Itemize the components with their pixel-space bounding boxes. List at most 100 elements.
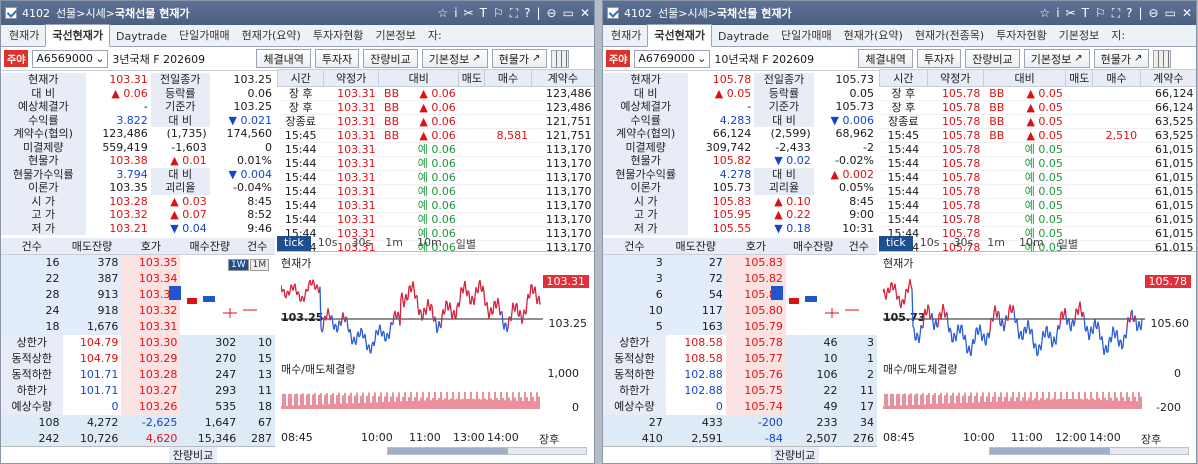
table-row[interactable]: 15:44105.78 예 0.05 61,015 bbox=[879, 170, 1196, 185]
scroll-thumb[interactable] bbox=[990, 448, 1110, 454]
checkbox[interactable] bbox=[607, 7, 619, 19]
toolbar-button[interactable]: 체결내역 bbox=[256, 49, 311, 68]
column-header[interactable]: 매도 bbox=[1065, 69, 1094, 87]
tab[interactable]: 국선현재가 bbox=[647, 24, 712, 47]
symbol-code-input[interactable]: A6569000 ⌄ bbox=[32, 49, 109, 68]
column-header[interactable]: 계약수 bbox=[530, 69, 594, 87]
table-row[interactable]: 15:44105.78 예 0.05 61,015 bbox=[879, 184, 1196, 199]
info-icon[interactable]: i bbox=[1056, 6, 1059, 21]
minimize-icon[interactable]: ⊖ bbox=[547, 6, 557, 21]
bid-row[interactable]: 상한가 104.79 103.30 302 10 bbox=[1, 334, 275, 351]
table-row[interactable]: 15:44105.78 예 0.05 61,015 bbox=[879, 198, 1196, 213]
interval-tab[interactable]: tick bbox=[879, 236, 913, 251]
tab[interactable]: 단일가매매 bbox=[173, 25, 236, 46]
remaining-compare-button[interactable]: 잔량비교 bbox=[770, 447, 820, 463]
expand-icon[interactable]: ⛶ bbox=[510, 6, 518, 21]
tab[interactable]: 기본정보 bbox=[369, 25, 421, 46]
tab[interactable]: 현재가(전종목) bbox=[909, 25, 990, 46]
table-row[interactable]: 장종료 105.78 BB ▲ 0.05 63,525 bbox=[879, 114, 1196, 129]
minimize-icon[interactable]: ⊖ bbox=[1149, 6, 1159, 21]
toolbar-button[interactable]: 잔량비교 bbox=[363, 49, 418, 68]
column-header[interactable]: 약정가 bbox=[323, 69, 380, 87]
interval-tab[interactable]: 10m bbox=[1012, 236, 1051, 251]
table-row[interactable]: 장종료 103.31 BB ▲ 0.06 121,751 bbox=[277, 114, 594, 129]
link-icon[interactable]: ✂ bbox=[1066, 6, 1076, 21]
bid-row[interactable]: 동적하한 101.71 103.28 247 13 bbox=[1, 366, 275, 383]
tab[interactable]: 국선현재가 bbox=[45, 24, 110, 47]
column-header[interactable]: 시간 bbox=[276, 69, 325, 87]
table-row[interactable]: 15:45 103.31 BB ▲ 0.06 8,581 121,751 bbox=[277, 128, 594, 143]
interval-tab[interactable]: 10m bbox=[410, 236, 449, 251]
table-row[interactable]: 15:44105.78 예 0.05 61,015 bbox=[879, 156, 1196, 171]
column-header[interactable]: 매수 bbox=[1092, 69, 1141, 87]
interval-tab[interactable]: tick bbox=[277, 236, 311, 251]
toolbar-button[interactable]: 기본정보 ↗ bbox=[1023, 49, 1090, 68]
bid-row[interactable]: 하한가 101.71 103.27 293 11 bbox=[1, 382, 275, 399]
intraday-chart[interactable]: 현재가 매수/매도체결량 103.31 103.25 103.25 1,000 0 08:45… bbox=[277, 253, 594, 463]
tab[interactable]: Daytrade bbox=[110, 28, 173, 46]
grid-icon[interactable] bbox=[551, 49, 570, 68]
column-header[interactable]: 계약수 bbox=[1139, 69, 1196, 87]
toolbar-button[interactable]: 현물가 ↗ bbox=[1093, 49, 1150, 68]
toolbar-button[interactable]: 체결내역 bbox=[858, 49, 913, 68]
table-row[interactable]: 15:44103.31 예 0.06 113,170 bbox=[277, 184, 594, 199]
column-header[interactable]: 대비 bbox=[982, 69, 1067, 87]
grid-icon[interactable] bbox=[1153, 49, 1172, 68]
expand-icon[interactable]: ⛶ bbox=[1112, 6, 1120, 21]
table-row[interactable]: 장 후 105.78 BB ▲ 0.05 66,124 bbox=[879, 100, 1196, 115]
table-row[interactable]: 장 후 103.31 BB ▲ 0.06 123,486 bbox=[277, 86, 594, 101]
close-icon[interactable]: ✕ bbox=[1182, 6, 1192, 21]
tab[interactable]: 현재가 bbox=[3, 25, 45, 46]
bid-row[interactable]: 동적하한 102.88 105.76 106 2 bbox=[603, 366, 877, 383]
column-header[interactable]: 매수 bbox=[484, 69, 532, 87]
column-header[interactable]: 매도 bbox=[458, 69, 486, 87]
interval-tab[interactable]: 10s bbox=[913, 236, 947, 251]
tab[interactable]: 투자자현황 bbox=[307, 25, 370, 46]
toolbar-button[interactable]: 투자자 bbox=[916, 49, 962, 68]
bid-row[interactable]: 하한가 102.88 105.75 22 11 bbox=[603, 382, 877, 399]
interval-tab[interactable]: 1m bbox=[980, 236, 1012, 251]
intraday-chart[interactable]: 현재가 매수/매도체결량 105.78 105.73 105.60 0 -200 08:45 1… bbox=[879, 253, 1196, 463]
help-icon[interactable]: ? bbox=[524, 6, 530, 21]
tab[interactable]: 자: bbox=[422, 25, 448, 46]
bid-row[interactable]: 동적상한 108.58 105.77 10 1 bbox=[603, 350, 877, 367]
toolbar-button[interactable]: 잔량비교 bbox=[965, 49, 1020, 68]
chart-scrollbar[interactable] bbox=[989, 447, 1189, 455]
table-row[interactable]: 15:44103.31 예 0.06 113,170 bbox=[277, 198, 594, 213]
table-row[interactable]: 장 후 105.78 BB ▲ 0.05 66,124 bbox=[879, 86, 1196, 101]
star-icon[interactable]: ☆ bbox=[1039, 6, 1050, 21]
maximize-icon[interactable]: ▭ bbox=[563, 6, 574, 21]
bid-row[interactable]: 예상수량 0 103.26 535 18 bbox=[1, 398, 275, 415]
interval-tab[interactable]: 30s bbox=[345, 236, 379, 251]
column-header[interactable]: 대비 bbox=[378, 69, 460, 87]
tab[interactable]: 지: bbox=[1105, 25, 1131, 46]
text-icon[interactable]: T bbox=[480, 6, 487, 21]
table-row[interactable]: 15:44103.31 예 0.06 113,170 bbox=[277, 156, 594, 171]
tab[interactable]: Daytrade bbox=[712, 28, 775, 46]
toolbar-button[interactable]: 투자자 bbox=[314, 49, 360, 68]
interval-tab[interactable]: 1m bbox=[378, 236, 410, 251]
maximize-icon[interactable]: ▭ bbox=[1165, 6, 1176, 21]
flag-icon[interactable]: ⚐ bbox=[1095, 6, 1106, 21]
table-row[interactable]: 15:44105.78 예 0.05 61,015 bbox=[879, 142, 1196, 157]
checkbox[interactable] bbox=[5, 7, 17, 19]
table-row[interactable]: 15:44103.31 예 0.06 113,170 bbox=[277, 170, 594, 185]
star-icon[interactable]: ☆ bbox=[437, 6, 448, 21]
close-icon[interactable]: ✕ bbox=[580, 6, 590, 21]
tab[interactable]: 현재가(요약) bbox=[838, 25, 909, 46]
interval-tab[interactable]: 일별 bbox=[449, 236, 483, 251]
day-night-badge[interactable]: 주야 bbox=[4, 50, 29, 67]
day-night-badge[interactable]: 주야 bbox=[606, 50, 631, 67]
chart-scrollbar[interactable] bbox=[387, 447, 587, 455]
interval-tab[interactable]: 30s bbox=[947, 236, 981, 251]
remaining-compare-button[interactable]: 잔량비교 bbox=[168, 447, 218, 463]
bid-row[interactable]: 예상수량 0 105.74 49 17 bbox=[603, 398, 877, 415]
help-icon[interactable]: ? bbox=[1126, 6, 1132, 21]
interval-tab[interactable]: 일별 bbox=[1051, 236, 1085, 251]
symbol-code-input[interactable]: A6769000 ⌄ bbox=[634, 49, 711, 68]
tab[interactable]: 투자자현황 bbox=[990, 25, 1053, 46]
tab[interactable]: 기본정보 bbox=[1053, 25, 1105, 46]
column-header[interactable]: 약정가 bbox=[926, 69, 984, 87]
flag-icon[interactable]: ⚐ bbox=[493, 6, 504, 21]
bid-row[interactable]: 상한가 108.58 105.78 46 3 bbox=[603, 334, 877, 351]
